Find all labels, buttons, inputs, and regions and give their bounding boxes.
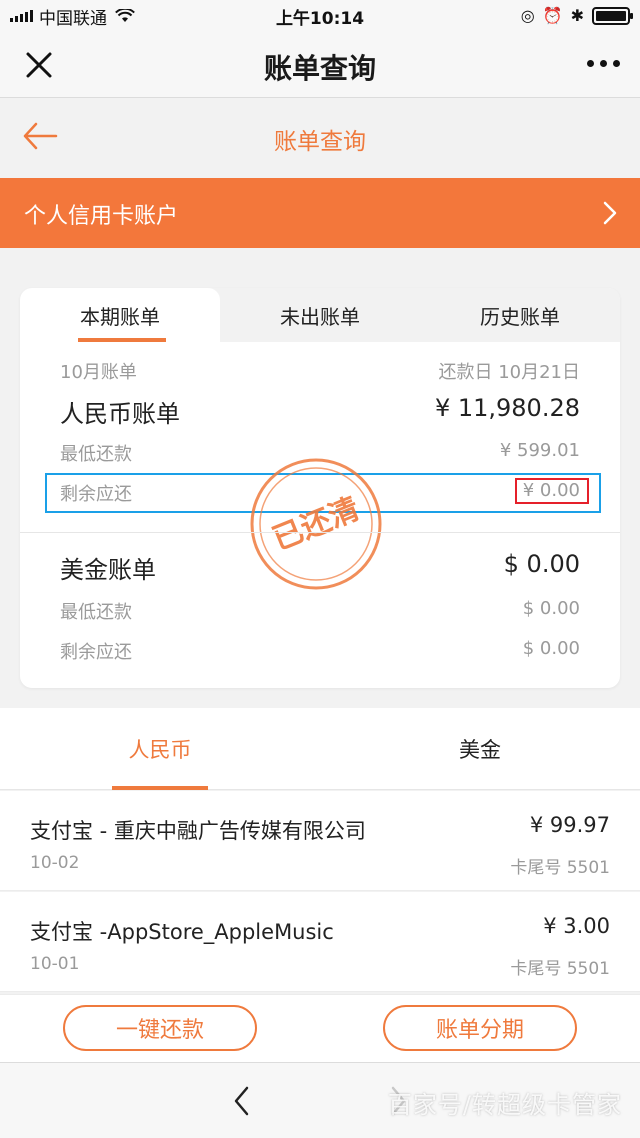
account-banner[interactable]: 个人信用卡账户 [0,178,640,248]
rmb-min-payment: ¥ 599.01 [499,440,580,461]
transaction-card: 卡尾号 5501 [510,959,610,979]
transaction-row[interactable]: 支付宝 - 重庆中融广告传媒有限公司 ¥ 99.97 10-02 卡尾号 550… [0,791,640,891]
usd-bill-title: 美金账单 [60,556,156,584]
transaction-date: 10-02 [30,853,80,873]
tab-active-indicator [78,338,166,342]
due-date: 还款日 10月21日 [438,362,580,383]
action-bar: 一键还款 账单分期 [0,994,640,1062]
carrier-name: 中国联通 [39,8,107,29]
rmb-bill-total: ¥ 11,980.28 [434,394,580,422]
window-title: 账单查询 [263,52,376,85]
rmb-bill-title: 人民币账单 [60,400,180,428]
rmb-min-payment-label: 最低还款 [60,444,132,465]
usd-remaining: $ 0.00 [522,638,580,659]
transaction-merchant: 支付宝 -AppStore_AppleMusic [30,920,334,944]
transaction-merchant: 支付宝 - 重庆中融广告传媒有限公司 [30,819,366,843]
tab-label: 美金 [459,738,501,762]
usd-bill-total: $ 0.00 [503,550,580,578]
more-icon[interactable] [587,60,620,67]
battery-icon [592,6,633,25]
chevron-right-icon [603,201,617,225]
highlight-box-red [515,478,589,504]
stamp-text: 已还清 [268,491,365,557]
tab-unbilled[interactable]: 未出账单 [220,288,420,342]
currency-tabs: 人民币 美金 [0,708,640,790]
tab-label: 人民币 [128,738,192,762]
usd-min-payment: $ 0.00 [522,598,580,619]
browser-nav-bar: 百家号/转超级卡管家 [0,1062,640,1138]
usd-remaining-label: 剩余应还 [60,642,132,663]
tab-label: 历史账单 [480,304,560,329]
bill-month: 10月账单 [60,362,137,383]
title-bar: 账单查询 [0,32,640,98]
one-click-pay-button[interactable]: 一键还款 [63,1005,257,1051]
status-bar: 中国联通 上午10:14 ◎ ⏰ ✱ [0,0,640,32]
divider [20,532,620,533]
alarm-icon: ⏰ [542,6,563,25]
transaction-card: 卡尾号 5501 [510,858,610,878]
tab-cny[interactable]: 人民币 [0,708,320,790]
tab-current-bill[interactable]: 本期账单 [20,288,220,342]
paid-stamp: 已还清 [250,458,382,590]
tab-history[interactable]: 历史账单 [420,288,620,342]
bluetooth-icon: ✱ [570,6,584,25]
transaction-amount: ¥ 99.97 [529,813,610,837]
bill-card: 本期账单 未出账单 历史账单 10月账单 还款日 10月21日 人民币账单 ¥ … [20,288,620,688]
tab-label: 未出账单 [280,304,360,329]
rotation-lock-icon: ◎ [520,6,535,25]
usd-min-payment-label: 最低还款 [60,602,132,623]
tab-active-indicator [112,786,208,790]
tab-label: 本期账单 [80,304,160,329]
page-header: 账单查询 [0,98,640,178]
nav-back-icon[interactable] [232,1085,252,1117]
signal-strength-icon [10,10,33,22]
bill-tabs: 本期账单 未出账单 历史账单 [20,288,620,342]
account-label: 个人信用卡账户 [24,204,179,229]
wifi-icon [115,9,135,22]
transaction-date: 10-01 [30,954,80,974]
installment-button[interactable]: 账单分期 [383,1005,577,1051]
tab-usd[interactable]: 美金 [320,708,640,790]
transaction-row[interactable]: 支付宝 -AppStore_AppleMusic ¥ 3.00 10-01 卡尾… [0,892,640,992]
page-title: 账单查询 [274,129,366,155]
watermark: 百家号/转超级卡管家 [387,1091,622,1119]
transaction-amount: ¥ 3.00 [543,914,610,938]
